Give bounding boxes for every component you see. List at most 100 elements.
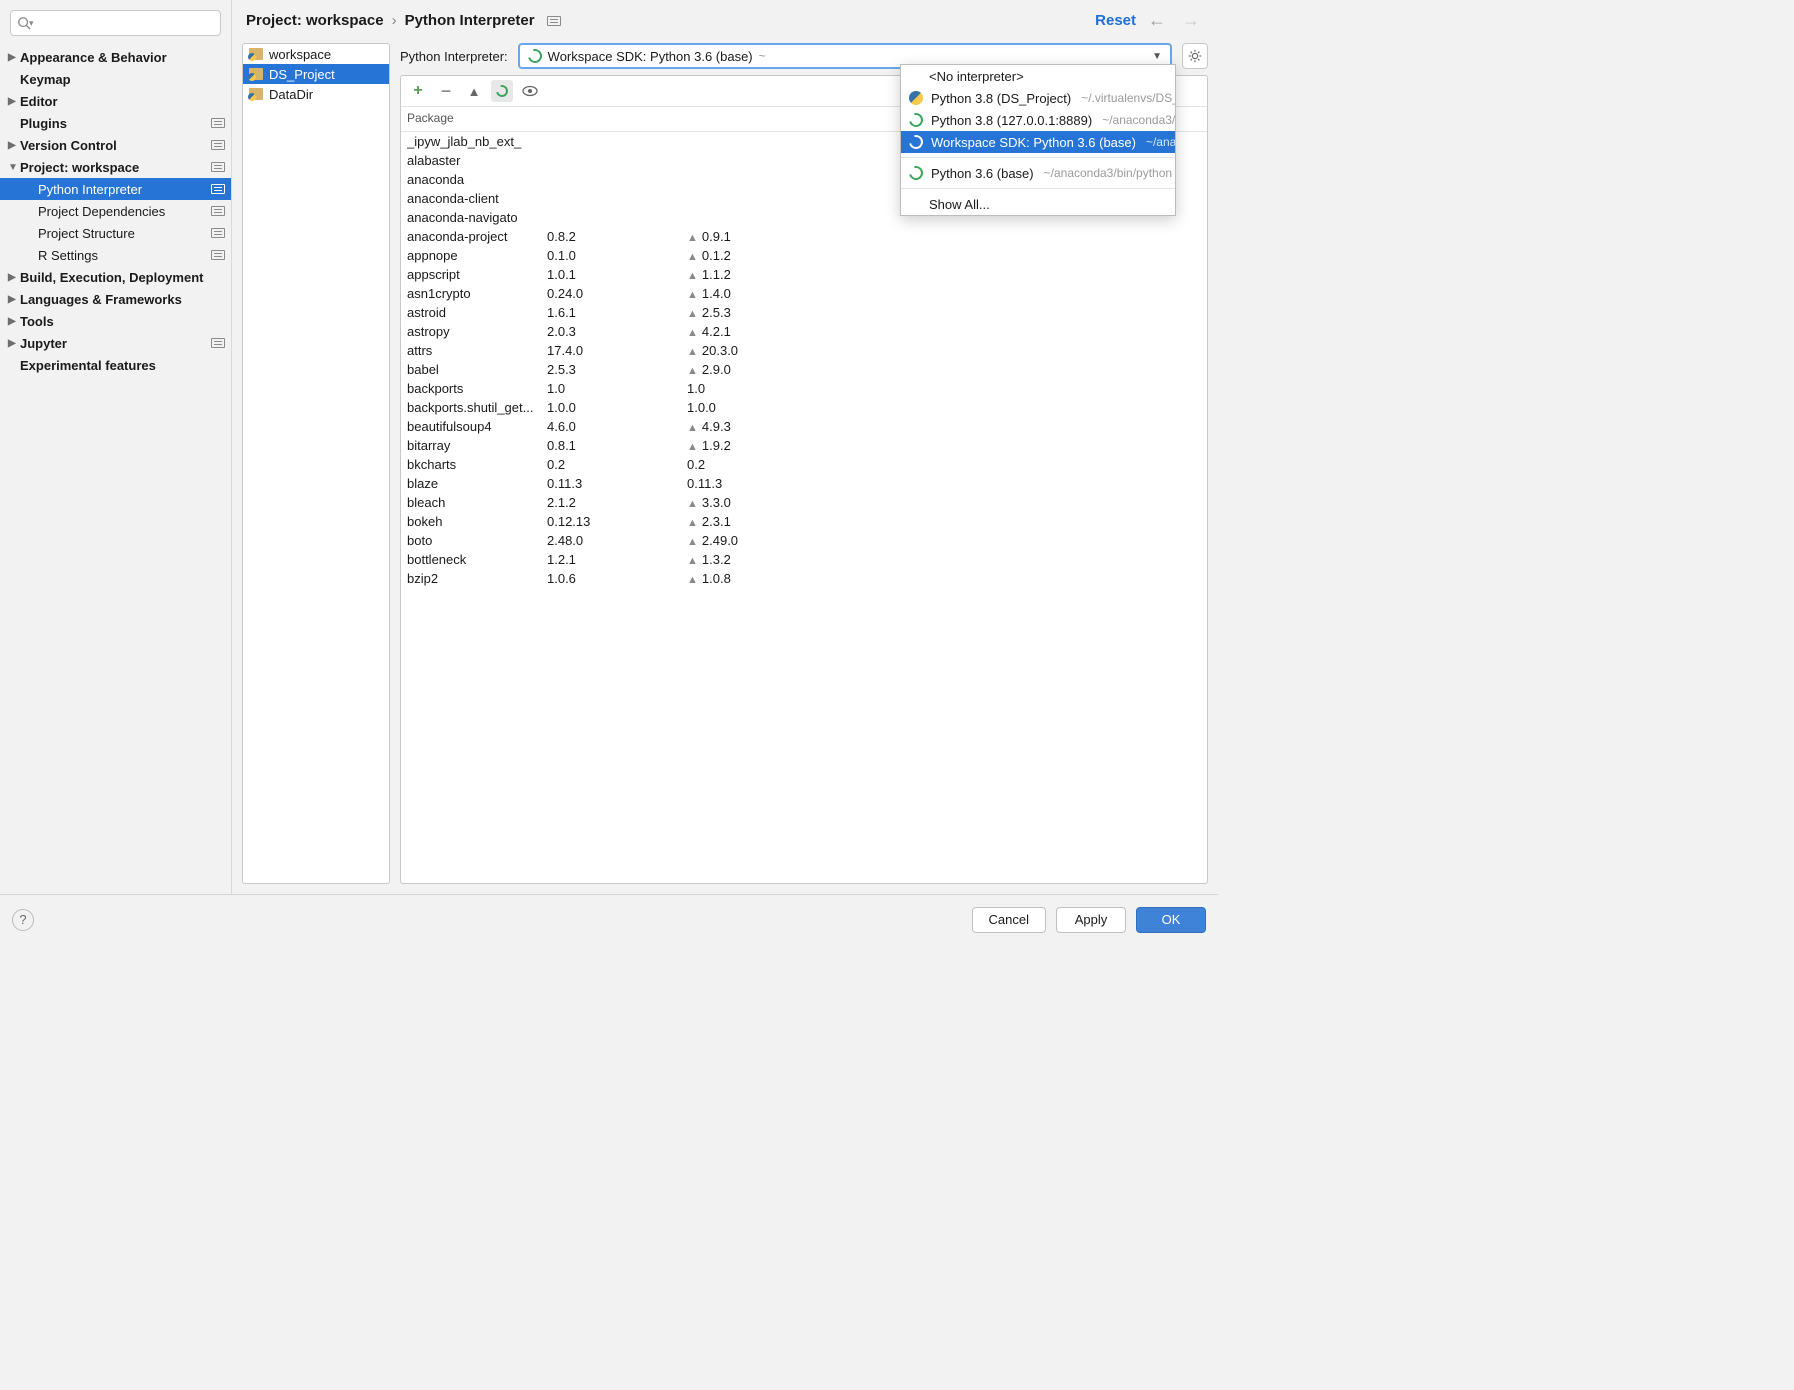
package-row[interactable]: appscript1.0.1▲1.1.2	[401, 265, 1207, 284]
sidebar-item[interactable]: ▶Appearance & Behavior	[0, 46, 231, 68]
sidebar-item[interactable]: ▶Build, Execution, Deployment	[0, 266, 231, 288]
per-project-icon	[211, 250, 225, 260]
sidebar-item-label: R Settings	[38, 248, 98, 263]
python-folder-icon	[249, 88, 263, 100]
package-latest: ▲4.2.1	[687, 324, 1201, 339]
dropdown-separator	[901, 188, 1175, 189]
per-project-icon	[211, 338, 225, 348]
package-row[interactable]: bleach2.1.2▲3.3.0	[401, 493, 1207, 512]
package-row[interactable]: babel2.5.3▲2.9.0	[401, 360, 1207, 379]
package-row[interactable]: boto2.48.0▲2.49.0	[401, 531, 1207, 550]
sidebar-item[interactable]: Project Structure	[0, 222, 231, 244]
eye-icon	[522, 85, 538, 97]
chevron-down-icon: ▾	[29, 18, 34, 29]
package-version: 4.6.0	[547, 419, 687, 434]
upgrade-package-button[interactable]: ▲	[463, 80, 485, 102]
package-row[interactable]: backports1.01.0	[401, 379, 1207, 398]
project-tree-item[interactable]: DS_Project	[243, 64, 389, 84]
package-row[interactable]: appnope0.1.0▲0.1.2	[401, 246, 1207, 265]
per-project-icon	[211, 206, 225, 216]
chevron-right-icon: ▶	[8, 272, 20, 283]
package-name: anaconda-navigato	[407, 210, 547, 225]
package-name: blaze	[407, 476, 547, 491]
package-version: 2.0.3	[547, 324, 687, 339]
package-latest: ▲2.5.3	[687, 305, 1201, 320]
package-row[interactable]: anaconda-project0.8.2▲0.9.1	[401, 227, 1207, 246]
package-latest: ▲4.9.3	[687, 419, 1201, 434]
sidebar-item[interactable]: ▼Project: workspace	[0, 156, 231, 178]
package-row[interactable]: beautifulsoup44.6.0▲4.9.3	[401, 417, 1207, 436]
upgrade-available-icon: ▲	[687, 308, 698, 320]
conda-toggle-button[interactable]	[491, 80, 513, 102]
sidebar-item[interactable]: ▶Version Control	[0, 134, 231, 156]
dropdown-item-label: Python 3.8 (127.0.0.1:8889)	[931, 113, 1092, 128]
add-package-button[interactable]: +	[407, 80, 429, 102]
package-row[interactable]: bokeh0.12.13▲2.3.1	[401, 512, 1207, 531]
package-name: backports.shutil_get...	[407, 400, 547, 415]
package-name: appscript	[407, 267, 547, 282]
cancel-button[interactable]: Cancel	[972, 907, 1046, 933]
sidebar-item[interactable]: Python Interpreter	[0, 178, 231, 200]
package-row[interactable]: bitarray0.8.1▲1.9.2	[401, 436, 1207, 455]
dropdown-interpreter-extra[interactable]: Python 3.6 (base) ~/anaconda3/bin/python	[901, 162, 1175, 184]
breadcrumb-project[interactable]: Project: workspace	[246, 12, 384, 29]
sidebar-item-label: Languages & Frameworks	[20, 292, 182, 307]
column-package[interactable]: Package	[407, 111, 547, 125]
back-button[interactable]: ←	[1144, 10, 1170, 31]
sidebar-item[interactable]: Plugins	[0, 112, 231, 134]
package-latest: ▲1.4.0	[687, 286, 1201, 301]
package-row[interactable]: astroid1.6.1▲2.5.3	[401, 303, 1207, 322]
package-row[interactable]: bzip21.0.6▲1.0.8	[401, 569, 1207, 588]
sidebar-search-input[interactable]	[38, 16, 214, 31]
interpreter-settings-button[interactable]	[1182, 43, 1208, 69]
sidebar-search[interactable]: ▾	[10, 10, 221, 36]
upgrade-available-icon: ▲	[687, 517, 698, 529]
python-folder-icon	[249, 48, 263, 60]
package-row[interactable]: astropy2.0.3▲4.2.1	[401, 322, 1207, 341]
dropdown-no-interpreter[interactable]: <No interpreter>	[901, 65, 1175, 87]
per-project-icon	[211, 184, 225, 194]
dropdown-show-all[interactable]: Show All...	[901, 193, 1175, 215]
sidebar-item[interactable]: Project Dependencies	[0, 200, 231, 222]
package-latest: ▲0.1.2	[687, 248, 1201, 263]
sidebar-item[interactable]: ▶Languages & Frameworks	[0, 288, 231, 310]
sidebar-item-label: Project: workspace	[20, 160, 139, 175]
package-latest: ▲1.0.8	[687, 571, 1201, 586]
package-row[interactable]: bottleneck1.2.1▲1.3.2	[401, 550, 1207, 569]
ok-button[interactable]: OK	[1136, 907, 1206, 933]
sidebar-item[interactable]: R Settings	[0, 244, 231, 266]
dropdown-interpreter-item[interactable]: Python 3.8 (DS_Project)~/.virtualenvs/DS…	[901, 87, 1175, 109]
upgrade-available-icon: ▲	[687, 289, 698, 301]
sidebar-item[interactable]: ▶Jupyter	[0, 332, 231, 354]
gear-icon	[1188, 49, 1202, 63]
project-tree-item[interactable]: DataDir	[243, 84, 389, 104]
remove-package-button[interactable]: −	[435, 80, 457, 102]
sidebar-item[interactable]: Experimental features	[0, 354, 231, 376]
dropdown-item-path: ~/anaconda3/	[1102, 113, 1175, 127]
show-early-releases-button[interactable]	[519, 80, 541, 102]
packages-list[interactable]: _ipyw_jlab_nb_ext_alabasteranacondaanaco…	[401, 132, 1207, 883]
interpreter-label: Python Interpreter:	[400, 49, 508, 64]
package-row[interactable]: bkcharts0.20.2	[401, 455, 1207, 474]
sidebar-item[interactable]: Keymap	[0, 68, 231, 90]
upgrade-available-icon: ▲	[687, 441, 698, 453]
dropdown-interpreter-item[interactable]: Workspace SDK: Python 3.6 (base)~/ana	[901, 131, 1175, 153]
sidebar-item[interactable]: ▶Tools	[0, 310, 231, 332]
help-button[interactable]: ?	[12, 909, 34, 931]
apply-button[interactable]: Apply	[1056, 907, 1126, 933]
sidebar-item-label: Project Dependencies	[38, 204, 165, 219]
package-row[interactable]: blaze0.11.30.11.3	[401, 474, 1207, 493]
package-row[interactable]: asn1crypto0.24.0▲1.4.0	[401, 284, 1207, 303]
package-row[interactable]: backports.shutil_get...1.0.01.0.0	[401, 398, 1207, 417]
forward-button: →	[1178, 10, 1204, 31]
package-version: 0.2	[547, 457, 687, 472]
reset-link[interactable]: Reset	[1095, 12, 1136, 29]
content-area: Project: workspace › Python Interpreter …	[232, 0, 1218, 894]
chevron-right-icon: ▶	[8, 316, 20, 327]
sidebar-item[interactable]: ▶Editor	[0, 90, 231, 112]
package-row[interactable]: attrs17.4.0▲20.3.0	[401, 341, 1207, 360]
project-tree-item[interactable]: workspace	[243, 44, 389, 64]
dropdown-interpreter-item[interactable]: Python 3.8 (127.0.0.1:8889) ~/anaconda3/	[901, 109, 1175, 131]
package-name: boto	[407, 533, 547, 548]
upgrade-available-icon: ▲	[687, 422, 698, 434]
